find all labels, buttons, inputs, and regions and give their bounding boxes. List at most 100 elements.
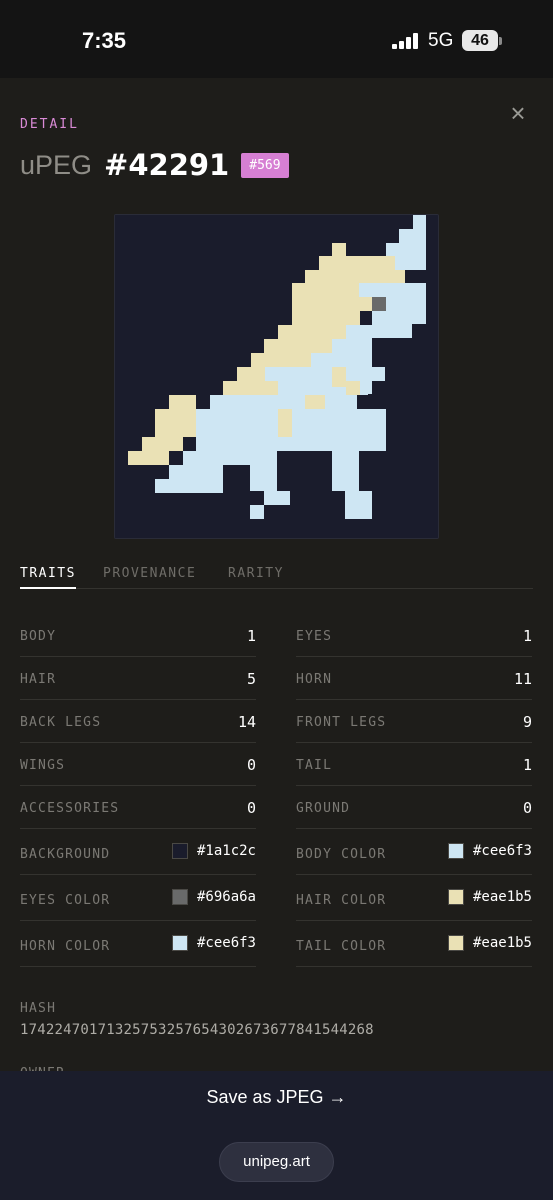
battery-tip [499, 37, 502, 45]
tab-traits[interactable]: TRAITS [20, 566, 76, 589]
trait-row-eyes: EYES 1 [296, 614, 532, 657]
status-time: 7:35 [82, 28, 127, 53]
color-hex: #cee6f3 [196, 935, 256, 951]
pixel-block [278, 409, 292, 437]
trait-label: GROUND [296, 801, 351, 816]
color-value: #cee6f3 [447, 843, 532, 859]
trait-value: 0 [246, 756, 256, 774]
network-type: 5G [428, 30, 454, 51]
section-label: DETAIL [20, 117, 79, 132]
unicorn-artwork [114, 214, 439, 539]
trait-row-body: BODY 1 [20, 614, 256, 657]
color-hex: #1a1c2c [196, 843, 256, 859]
trait-label: BODY [20, 629, 57, 644]
close-icon[interactable]: × [505, 100, 531, 126]
pixel-block [332, 451, 359, 491]
color-swatch [447, 843, 464, 859]
color-label: HORN COLOR [20, 939, 111, 954]
pixel-block [346, 381, 360, 395]
pixel-block [142, 437, 183, 451]
pixel-block [346, 325, 372, 339]
tab-rarity[interactable]: RARITY [228, 566, 284, 589]
rank-badge: #569 [241, 152, 289, 178]
traits-right-column: EYES 1 HORN 1 1 FRONT LEGS 9 TAIL 1 GROUN… [296, 614, 532, 967]
pixel-block [169, 465, 223, 479]
color-label: TAIL COLOR [296, 939, 387, 954]
status-bar: 7:35 5G 46 [0, 0, 553, 78]
color-swatch [171, 889, 188, 905]
pixel-block [372, 310, 426, 324]
trait-value: 1 [522, 756, 532, 774]
trait-value: 0 [246, 799, 256, 817]
pixel-block [372, 324, 412, 338]
pixel-block [413, 215, 426, 229]
page-title: uPEG #42291 #569 [20, 147, 289, 183]
trait-label: ACCESSORIES [20, 801, 120, 816]
pixel-block [305, 395, 325, 409]
trait-label: FRONT LEGS [296, 715, 387, 730]
pixel-block [346, 423, 386, 437]
pixel-block [292, 311, 360, 325]
trait-label: HAIR [20, 672, 57, 687]
tab-provenance[interactable]: PROVENANCE [103, 566, 196, 589]
color-value: #cee6f3 [171, 935, 256, 951]
color-swatch [447, 889, 464, 905]
color-value: #eae1b5 [447, 935, 532, 951]
color-value: #696a6a [171, 889, 256, 905]
color-label: EYES COLOR [20, 893, 111, 908]
trait-value: 5 [246, 670, 256, 688]
pixel-block [265, 367, 385, 381]
save-jpeg-button[interactable]: Save as JPEG → [0, 1087, 553, 1108]
trait-label: EYES [296, 629, 333, 644]
trait-row-front-legs: FRONT LEGS 9 [296, 700, 532, 743]
trait-value: 14 [237, 713, 256, 731]
pixel-block [399, 229, 426, 243]
color-row-eyes: EYES COLOR #696a6a [20, 875, 256, 921]
trait-label: HORN [296, 672, 333, 687]
trait-row-tail: TAIL 1 [296, 743, 532, 786]
color-row-hair: HAIR COLOR #eae1b5 [296, 875, 532, 921]
trait-row-wings: WINGS 0 [20, 743, 256, 786]
color-hex: #cee6f3 [472, 843, 532, 859]
pixel-block [155, 409, 196, 437]
pixel-unicorn-image [115, 215, 438, 538]
trait-value: 1 [246, 627, 256, 645]
color-label: BODY COLOR [296, 847, 387, 862]
pixel-block [237, 395, 357, 409]
pixel-block [319, 256, 395, 270]
color-hex: #eae1b5 [472, 889, 532, 905]
pixel-block [128, 451, 169, 465]
pixel-block [292, 297, 372, 311]
trait-row-accessories: ACCESSORIES 0 [20, 786, 256, 829]
traits-left-column: BODY 1 HAIR 5 BACK LEGS 14 WINGS 0 ACCES… [20, 614, 256, 967]
pixel-block [332, 367, 346, 387]
site-link-button[interactable]: unipeg.art [219, 1142, 334, 1182]
color-swatch [447, 935, 464, 951]
pixel-block [210, 395, 237, 409]
pixel-block [169, 479, 183, 493]
pixel-block [183, 479, 223, 493]
pixel-block [223, 381, 283, 395]
trait-row-back-legs: BACK LEGS 14 [20, 700, 256, 743]
pixel-block [251, 353, 311, 367]
hash-label: HASH [20, 1001, 57, 1016]
trait-label: TAIL [296, 758, 333, 773]
pixel-block [345, 491, 372, 505]
pixel-block [250, 505, 264, 519]
color-swatch [171, 935, 188, 951]
color-hex: #696a6a [196, 889, 256, 905]
hash-value: 1742247017132575325765430267367784154426… [20, 1022, 374, 1038]
bottom-action-panel: Save as JPEG → unipeg.art [0, 1071, 553, 1200]
pixel-block [332, 437, 386, 451]
color-row-body: BODY COLOR #cee6f3 [296, 829, 532, 875]
pixel-block [183, 451, 223, 465]
token-number: #42291 [104, 148, 230, 182]
trait-value: 1 [522, 627, 532, 645]
signal-icon [392, 33, 418, 49]
trait-value: 0 [522, 799, 532, 817]
pixel-block [345, 505, 372, 519]
trait-value: 9 [522, 713, 532, 731]
color-value: #1a1c2c [171, 843, 256, 859]
trait-row-hair: HAIR 5 [20, 657, 256, 700]
color-hex: #eae1b5 [472, 935, 532, 951]
